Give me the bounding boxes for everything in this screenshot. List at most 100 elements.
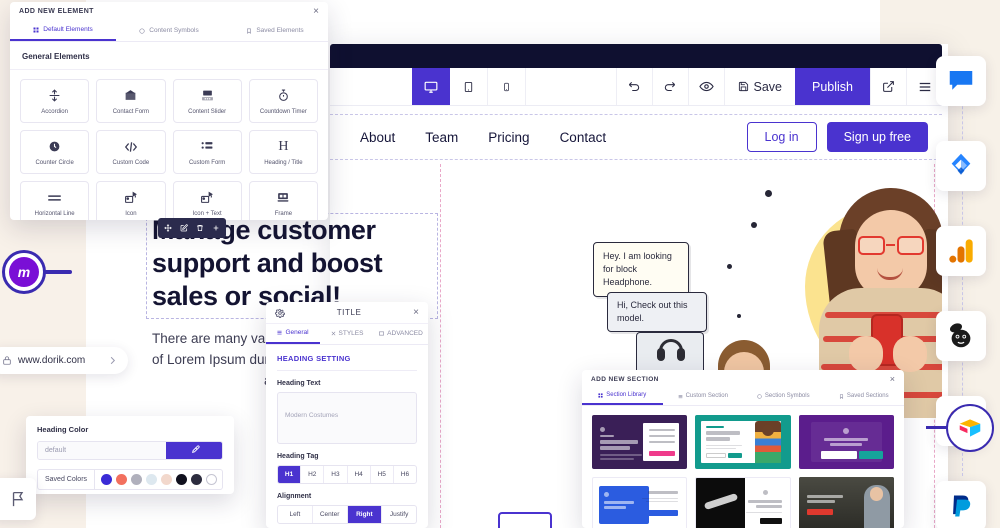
integration-google-analytics[interactable] [936, 226, 986, 276]
align-justify[interactable]: Justify [382, 506, 416, 523]
tab-label: STYLES [338, 330, 364, 337]
section-thumbnail[interactable] [592, 477, 688, 528]
tab-advanced[interactable]: ADVANCED [374, 324, 428, 344]
align-left[interactable]: Left [278, 506, 313, 523]
element-card-icon-text[interactable]: Icon + Text [172, 181, 242, 220]
section-thumbnail[interactable] [798, 415, 894, 469]
heading-tag-h2[interactable]: H2 [301, 466, 325, 483]
heading-text-label: Heading Text [277, 380, 321, 387]
heading-color-value[interactable]: default [38, 442, 166, 459]
element-label: Custom Code [112, 159, 150, 166]
heading-setting-label: HEADING SETTING [277, 354, 351, 363]
tab-general[interactable]: General [266, 324, 320, 344]
tab-saved-elements[interactable]: Saved Elements [222, 21, 328, 41]
element-card-countdown-timer[interactable]: Countdown Timer [248, 79, 318, 123]
edit-icon[interactable] [176, 218, 192, 238]
element-card-horizontal-line[interactable]: Horizontal Line [20, 181, 90, 220]
device-tablet-button[interactable] [450, 68, 488, 105]
grid-icon [598, 392, 603, 398]
styles-icon [331, 331, 335, 336]
tab-saved-sections[interactable]: Saved Sections [824, 388, 905, 405]
move-icon[interactable] [160, 218, 176, 238]
color-swatch[interactable] [131, 474, 143, 485]
device-desktop-button[interactable] [412, 68, 450, 105]
toolbar-left-spacer [330, 68, 412, 105]
brand-logo-badge[interactable]: m [2, 250, 46, 294]
login-button[interactable]: Log in [746, 122, 817, 152]
element-card-frame[interactable]: Frame [248, 181, 318, 220]
integration-mailchimp[interactable] [936, 311, 986, 361]
heading-icon: H [278, 138, 289, 154]
heading-tag-h4[interactable]: H4 [348, 466, 371, 483]
element-card-content-slider[interactable]: Content Slider [172, 79, 242, 123]
title-settings-panel: TITLE × General STYLES ADVANCED HEADING … [266, 302, 428, 528]
align-center[interactable]: Center [313, 506, 348, 523]
integration-jira[interactable] [936, 141, 986, 191]
gear-icon[interactable] [275, 308, 285, 318]
bookmark-icon [247, 27, 252, 34]
add-icon[interactable] [208, 218, 224, 238]
element-card-custom-form[interactable]: Custom Form [172, 130, 242, 174]
title-panel-header: TITLE × [266, 302, 428, 324]
symbol-icon [139, 27, 145, 34]
tab-custom-section[interactable]: Custom Section [663, 388, 744, 405]
color-swatch[interactable] [176, 474, 188, 485]
color-swatch[interactable] [206, 474, 218, 485]
redo-button[interactable] [651, 68, 688, 105]
element-card-heading-title[interactable]: H Heading / Title [248, 130, 318, 174]
nav-link-about[interactable]: About [360, 130, 395, 145]
element-card-accordion[interactable]: Accordion [20, 79, 90, 123]
eyedropper-icon[interactable] [166, 442, 222, 459]
tab-default-elements[interactable]: Default Elements [10, 21, 116, 41]
close-icon[interactable]: × [413, 307, 419, 318]
timer-icon [277, 88, 290, 104]
color-swatch[interactable] [161, 474, 173, 485]
save-button[interactable]: Save [723, 68, 796, 105]
element-card-contact-form[interactable]: Contact Form [96, 79, 166, 123]
color-swatch[interactable] [191, 474, 203, 485]
nav-link-contact[interactable]: Contact [560, 130, 607, 145]
tab-label: Content Symbols [149, 27, 199, 34]
align-right[interactable]: Right [347, 506, 383, 523]
undo-button[interactable] [615, 68, 652, 105]
color-swatch[interactable] [146, 474, 158, 485]
section-thumbnail[interactable] [798, 477, 894, 528]
delete-icon[interactable] [192, 218, 208, 238]
integration-messenger[interactable] [936, 56, 986, 106]
heading-tag-h3[interactable]: H3 [324, 466, 348, 483]
heading-text-placeholder: Modern Costumes [285, 412, 339, 419]
tab-content-symbols[interactable]: Content Symbols [116, 21, 222, 41]
section-thumbnail[interactable] [695, 415, 791, 469]
custom-icon [678, 394, 682, 398]
tab-label: Saved Sections [846, 393, 889, 399]
integration-paypal[interactable] [936, 481, 986, 528]
nav-link-team[interactable]: Team [425, 130, 458, 145]
element-card-custom-code[interactable]: Custom Code [96, 130, 166, 174]
publish-button[interactable]: Publish [795, 68, 870, 105]
url-bar[interactable]: www.dorik.com [0, 347, 128, 374]
color-swatch[interactable] [101, 474, 113, 485]
heading-tag-h6[interactable]: H6 [394, 466, 416, 483]
section-thumbnail[interactable] [695, 477, 791, 528]
tab-styles[interactable]: STYLES [320, 324, 374, 344]
section-thumbnail[interactable] [592, 415, 688, 469]
section-node-marker [498, 512, 552, 528]
color-swatch[interactable] [116, 474, 128, 485]
tab-section-library[interactable]: Section Library [582, 388, 663, 405]
person-hand-left [849, 336, 883, 372]
tab-section-symbols[interactable]: Section Symbols [743, 388, 824, 405]
close-icon[interactable]: × [890, 374, 895, 384]
element-card-icon[interactable]: Icon [96, 181, 166, 220]
heading-text-input[interactable]: Modern Costumes [277, 392, 417, 444]
device-mobile-button[interactable] [488, 68, 526, 105]
nav-link-pricing[interactable]: Pricing [488, 130, 529, 145]
airtable-badge[interactable] [946, 404, 994, 452]
heading-tag-h5[interactable]: H5 [371, 466, 394, 483]
preview-eye-button[interactable] [687, 68, 724, 105]
chevron-right-icon[interactable] [107, 355, 118, 366]
flag-badge[interactable] [0, 478, 36, 520]
element-card-counter-circle[interactable]: Counter Circle [20, 130, 90, 174]
close-icon[interactable]: × [313, 6, 319, 17]
title-panel-title: TITLE [336, 308, 362, 317]
heading-tag-h1[interactable]: H1 [278, 466, 302, 483]
